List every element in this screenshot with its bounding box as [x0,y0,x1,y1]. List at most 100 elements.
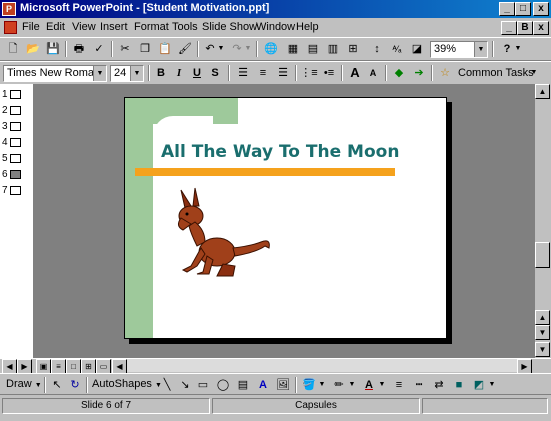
menu-format[interactable]: Format [134,21,169,33]
font-color-icon[interactable]: A [360,376,378,394]
close-button[interactable]: x [533,2,549,16]
promote-icon[interactable]: ◆ [390,64,408,82]
scroll-right-icon[interactable]: ▶ [517,359,532,374]
autoshapes-menu[interactable]: AutoShapes ▼ [92,378,162,390]
cut-icon[interactable]: ✂ [116,40,134,58]
line-color-dropdown-icon[interactable]: ▼ [348,376,356,394]
font-color-dropdown-icon[interactable]: ▼ [378,376,386,394]
menu-help[interactable]: Help [296,21,319,33]
font-size-select[interactable]: 24 ▼ [110,65,144,82]
new-slide-icon[interactable]: ⊞ [344,40,362,58]
outline-slide-3[interactable]: 3 [2,120,21,134]
normal-view-icon[interactable]: ▣ [36,359,51,374]
vertical-scrollbar[interactable]: ▲ ▲ ▼ ▼ [534,84,551,358]
maximize-button[interactable]: □ [515,2,531,16]
outline-slide-4[interactable]: 4 [2,136,21,150]
fill-color-icon[interactable]: 🪣 [300,376,318,394]
outline-scroll-left-icon[interactable]: ◀ [2,359,17,374]
scroll-thumb[interactable] [535,242,550,268]
tables-borders-icon[interactable]: ▦ [284,40,302,58]
clip-art-icon[interactable]: 🖼 [274,376,292,394]
menu-view[interactable]: View [72,21,96,33]
outline-view-icon[interactable]: ≡ [51,359,66,374]
insert-table-icon[interactable]: ▤ [304,40,322,58]
scroll-left-icon[interactable]: ◀ [112,359,127,374]
doc-restore-button[interactable]: B [517,21,533,35]
menu-edit[interactable]: Edit [46,21,65,33]
horizontal-scrollbar[interactable] [127,359,517,372]
outline-slide-2[interactable]: 2 [2,104,21,118]
animation-effects-icon[interactable]: ☆ [436,64,454,82]
bullets-icon[interactable]: •≡ [320,64,338,82]
spelling-icon[interactable]: ✓ [90,40,108,58]
select-pointer-icon[interactable]: ↖ [48,376,66,394]
doc-close-button[interactable]: x [533,21,549,35]
bold-icon[interactable]: B [152,64,170,82]
numbering-icon[interactable]: ⋮≡ [300,64,318,82]
slide-view-icon[interactable]: □ [66,359,81,374]
shadow-icon[interactable]: S [206,64,224,82]
scroll-up-icon[interactable]: ▲ [535,84,550,99]
print-icon[interactable]: 🖶 [70,40,88,58]
increase-font-icon[interactable]: A [346,64,364,82]
new-icon[interactable]: 🗋 [4,40,22,58]
powerpoint-app-icon[interactable]: P [2,2,16,16]
help-dropdown-icon[interactable]: ▼ [514,40,522,58]
zoom-select[interactable]: 39% ▼ [430,41,488,58]
undo-dropdown-icon[interactable]: ▼ [217,40,225,58]
chevron-down-icon[interactable]: ▼ [474,42,487,57]
italic-icon[interactable]: I [170,64,188,82]
draw-menu[interactable]: Draw ▼ [6,378,42,390]
menu-insert[interactable]: Insert [100,21,128,33]
more-buttons-icon[interactable]: ▼ [488,376,496,394]
donkey-clipart[interactable] [161,186,281,282]
outline-slide-5[interactable]: 5 [2,152,21,166]
shadow-icon[interactable]: ■ [450,376,468,394]
free-rotate-icon[interactable]: ↻ [66,376,84,394]
scroll-down-icon[interactable]: ▼ [535,325,550,340]
common-tasks-dropdown-icon[interactable]: ▼ [530,64,538,82]
arrow-icon[interactable]: ↘ [176,376,194,394]
line-color-icon[interactable]: ✏ [330,376,348,394]
align-right-icon[interactable]: ☰ [274,64,292,82]
redo-dropdown-icon[interactable]: ▼ [244,40,252,58]
3d-icon[interactable]: ◩ [470,376,488,394]
scroll-down-icon[interactable]: ▼ [535,342,550,357]
slide-title[interactable]: All The Way To The Moon [161,142,399,162]
line-icon[interactable]: ╲ [158,376,176,394]
align-center-icon[interactable]: ≡ [254,64,272,82]
dash-style-icon[interactable]: ┅ [410,376,428,394]
hyperlink-icon[interactable]: 🌐 [262,40,280,58]
format-painter-icon[interactable]: 🖌 [176,40,194,58]
paste-icon[interactable]: 📋 [156,40,174,58]
menu-tools[interactable]: Tools [172,21,198,33]
outline-slide-6[interactable]: 6 [2,168,21,182]
chevron-down-icon[interactable]: ▼ [130,66,143,81]
menu-file[interactable]: File [22,21,40,33]
outline-scroll-right-icon[interactable]: ▶ [17,359,32,374]
menu-window[interactable]: Window [256,21,295,33]
document-icon[interactable] [4,21,17,34]
demote-icon[interactable]: ➔ [410,64,428,82]
fill-color-dropdown-icon[interactable]: ▼ [318,376,326,394]
oval-icon[interactable]: ◯ [214,376,232,394]
arrow-style-icon[interactable]: ⇄ [430,376,448,394]
decrease-font-icon[interactable]: A [364,64,382,82]
outline-slide-1[interactable]: 1 [2,88,21,102]
text-box-icon[interactable]: ▤ [234,376,252,394]
line-style-icon[interactable]: ≡ [390,376,408,394]
rectangle-icon[interactable]: ▭ [194,376,212,394]
outline-slide-7[interactable]: 7 [2,184,21,198]
scroll-up-icon[interactable]: ▲ [535,310,550,325]
chevron-down-icon[interactable]: ▼ [93,66,106,81]
expand-icon[interactable]: ↕ [368,40,386,58]
show-formatting-icon[interactable]: ᴬ⁄ₐ [388,40,406,58]
font-select[interactable]: Times New Roman ▼ [3,65,107,82]
slide-canvas[interactable]: All The Way To The Moon [124,97,447,339]
insert-chart-icon[interactable]: ▥ [324,40,342,58]
minimize-button[interactable]: _ [499,2,515,16]
copy-icon[interactable]: ❐ [136,40,154,58]
doc-minimize-button[interactable]: _ [501,21,517,35]
underline-icon[interactable]: U [188,64,206,82]
common-tasks-button[interactable]: Common Tasks [458,67,534,79]
